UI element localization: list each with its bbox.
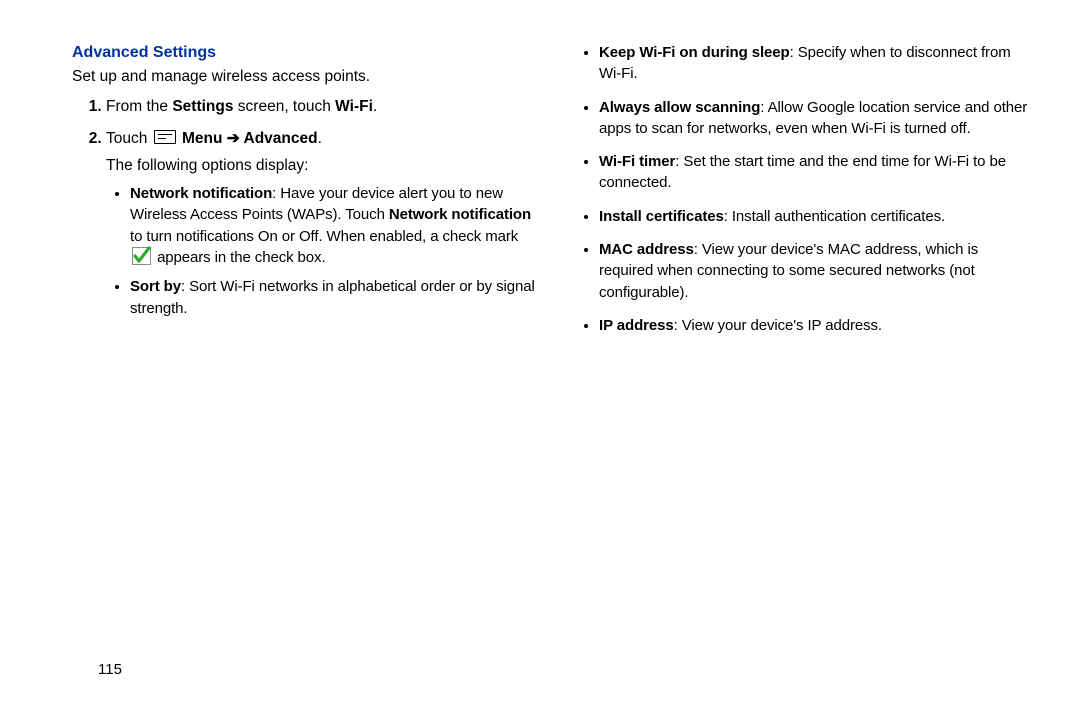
step2-followup: The following options display: — [106, 155, 535, 177]
opt-mac-address: MAC address: View your device's MAC addr… — [599, 239, 1032, 303]
right-column: Keep Wi-Fi on during sleep: Specify when… — [569, 42, 1032, 684]
step-2: Touch Menu ➔ Advanced. The following opt… — [106, 128, 535, 319]
r5-label: MAC address — [599, 241, 694, 258]
r1-label: Keep Wi-Fi on during sleep — [599, 44, 790, 61]
nn-text3: appears in the check box. — [153, 249, 326, 266]
left-column: Advanced Settings Set up and manage wire… — [72, 42, 535, 684]
opt-wifi-timer: Wi-Fi timer: Set the start time and the … — [599, 151, 1032, 194]
r6-text: : View your device's IP address. — [674, 317, 882, 334]
r2-label: Always allow scanning — [599, 99, 760, 116]
step1-bold-settings: Settings — [172, 98, 233, 115]
nn-bold2: Network notification — [389, 206, 531, 223]
section-heading: Advanced Settings — [72, 44, 535, 62]
r3-label: Wi-Fi timer — [599, 153, 675, 170]
page-number: 115 — [98, 661, 122, 678]
steps-list: From the Settings screen, touch Wi-Fi. T… — [72, 96, 535, 319]
step2-menu: Menu — [178, 130, 227, 147]
opt-keep-wifi-sleep: Keep Wi-Fi on during sleep: Specify when… — [599, 42, 1032, 85]
manual-page: Advanced Settings Set up and manage wire… — [0, 0, 1080, 720]
step1-mid: screen, touch — [233, 98, 335, 115]
checkmark-icon — [132, 247, 151, 265]
step2-post: . — [318, 130, 322, 147]
step2-advanced: Advanced — [240, 130, 318, 147]
section-intro: Set up and manage wireless access points… — [72, 68, 535, 86]
nn-label: Network notification — [130, 185, 272, 202]
r4-text: : Install authentication certificates. — [724, 208, 945, 225]
r6-label: IP address — [599, 317, 674, 334]
step-1: From the Settings screen, touch Wi-Fi. — [106, 96, 535, 118]
step2-pre: Touch — [106, 130, 152, 147]
menu-icon — [154, 130, 176, 144]
nn-text2: to turn notifications On or Off. When en… — [130, 228, 518, 245]
opt-network-notification: Network notification: Have your device a… — [130, 183, 535, 268]
opt-always-allow-scanning: Always allow scanning: Allow Google loca… — [599, 97, 1032, 140]
arrow-icon: ➔ — [227, 130, 240, 147]
step1-bold-wifi: Wi-Fi — [335, 98, 373, 115]
sort-text: : Sort Wi-Fi networks in alphabetical or… — [130, 278, 535, 316]
opt-ip-address: IP address: View your device's IP addres… — [599, 315, 1032, 336]
r4-label: Install certificates — [599, 208, 724, 225]
opt-sort-by: Sort by: Sort Wi-Fi networks in alphabet… — [130, 276, 535, 319]
sort-label: Sort by — [130, 278, 181, 295]
options-list-left: Network notification: Have your device a… — [106, 183, 535, 319]
step1-post: . — [373, 98, 377, 115]
options-list-right: Keep Wi-Fi on during sleep: Specify when… — [569, 42, 1032, 336]
opt-install-certificates: Install certificates: Install authentica… — [599, 206, 1032, 227]
step1-pre: From the — [106, 98, 172, 115]
